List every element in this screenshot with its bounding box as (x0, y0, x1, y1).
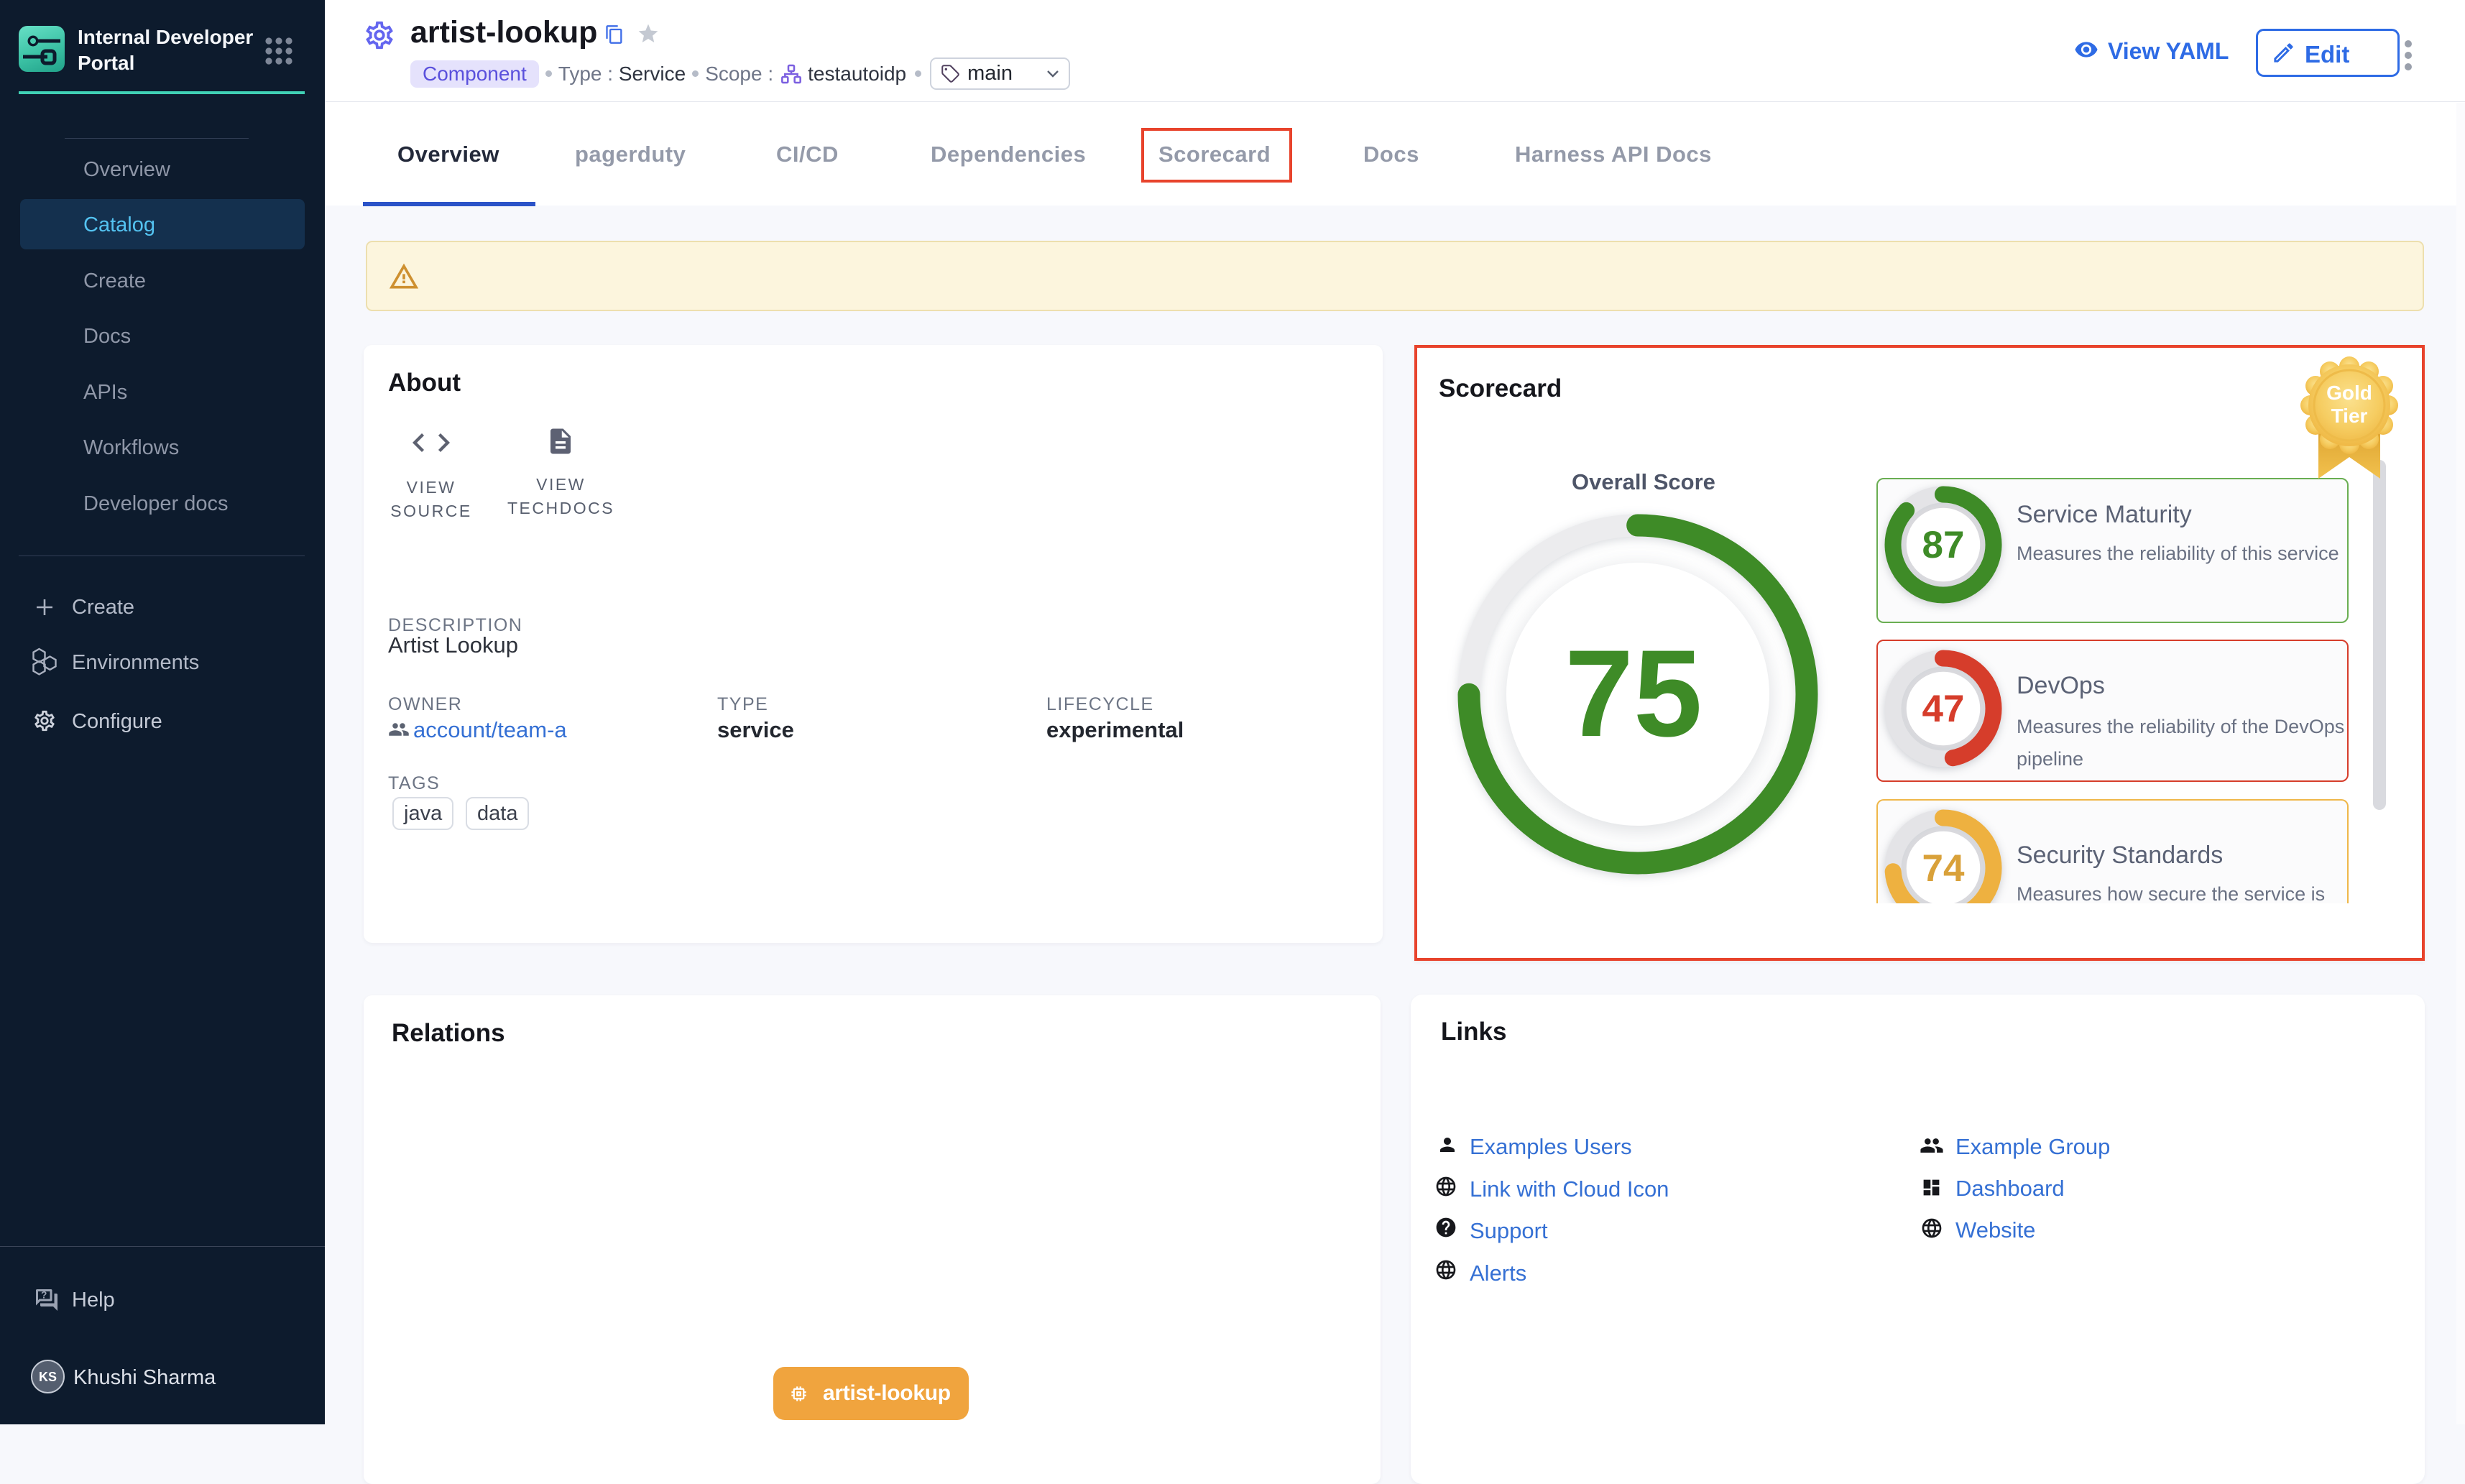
svg-text:Tier: Tier (2331, 405, 2368, 427)
svg-text:74: 74 (1922, 847, 1965, 890)
svg-text:87: 87 (1922, 524, 1965, 566)
svg-text:Gold: Gold (2326, 382, 2372, 404)
svg-text:?: ? (41, 1289, 47, 1300)
svg-text:47: 47 (1922, 688, 1965, 730)
